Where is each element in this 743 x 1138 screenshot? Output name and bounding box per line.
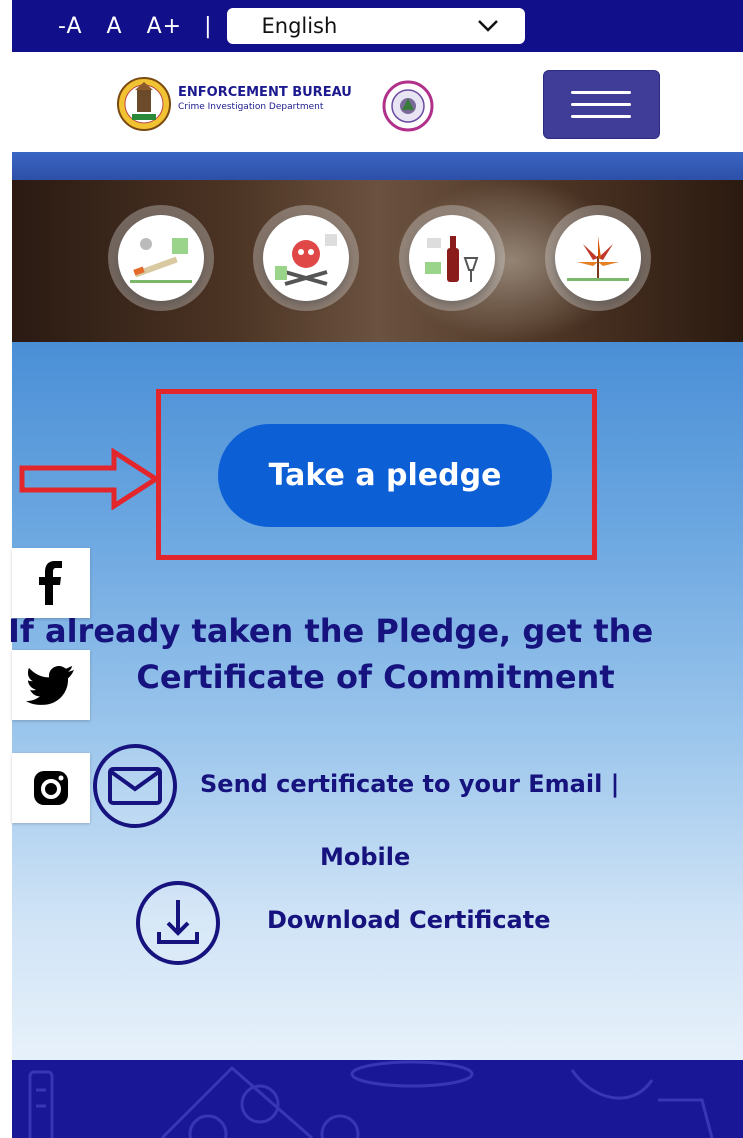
footer-pattern	[28, 1060, 714, 1138]
hamburger-line	[571, 91, 631, 94]
site-subtitle: Crime Investigation Department	[178, 102, 324, 112]
download-certificate-link[interactable]: Download Certificate	[267, 906, 551, 934]
pointer-arrow-icon	[19, 448, 160, 510]
heading-line-1: If already taken the Pledge, get the	[8, 612, 654, 650]
hamburger-line	[571, 103, 631, 106]
email-icon[interactable]	[92, 743, 178, 829]
site-header: ENFORCEMENT BUREAU Crime Investigation D…	[12, 52, 743, 152]
state-emblem-logo	[117, 77, 171, 131]
smoking-icon	[118, 215, 204, 301]
send-certificate-mobile-link[interactable]: Mobile	[320, 843, 410, 871]
certificate-heading: If already taken the Pledge, get the Cer…	[8, 612, 743, 696]
language-select[interactable]: English	[227, 8, 526, 44]
font-decrease-button[interactable]: -A	[58, 14, 83, 39]
cannabis-icon	[555, 215, 641, 301]
awareness-banner	[12, 180, 743, 342]
download-icon[interactable]	[135, 880, 221, 966]
font-size-controls: -A A A+	[58, 14, 198, 39]
facebook-icon	[39, 561, 62, 605]
language-value: English	[261, 14, 338, 38]
take-pledge-button[interactable]: Take a pledge	[218, 424, 552, 527]
hamburger-line	[571, 115, 631, 118]
logo-text: ENFORCEMENT BUREAU Crime Investigation D…	[178, 85, 352, 112]
send-certificate-link[interactable]: Send certificate to your Email |	[200, 770, 619, 798]
department-seal-logo	[382, 80, 434, 132]
site-title: ENFORCEMENT BUREAU	[178, 85, 352, 100]
font-normal-button[interactable]: A	[107, 14, 123, 39]
footer	[12, 1060, 743, 1138]
instagram-link[interactable]	[12, 753, 90, 823]
twitter-icon	[26, 665, 74, 705]
separator: |	[204, 13, 212, 39]
twitter-link[interactable]	[12, 650, 90, 720]
chevron-down-icon	[478, 20, 499, 32]
heading-line-2: Certificate of Commitment	[136, 658, 615, 696]
font-increase-button[interactable]: A+	[147, 14, 182, 39]
alcohol-icon	[409, 215, 495, 301]
menu-button[interactable]	[543, 70, 660, 139]
instagram-icon	[34, 771, 68, 805]
accessibility-bar: -A A A+ | English	[12, 0, 743, 52]
facebook-link[interactable]	[12, 548, 90, 618]
poison-icon	[263, 215, 349, 301]
banner-top-strip	[12, 152, 743, 180]
